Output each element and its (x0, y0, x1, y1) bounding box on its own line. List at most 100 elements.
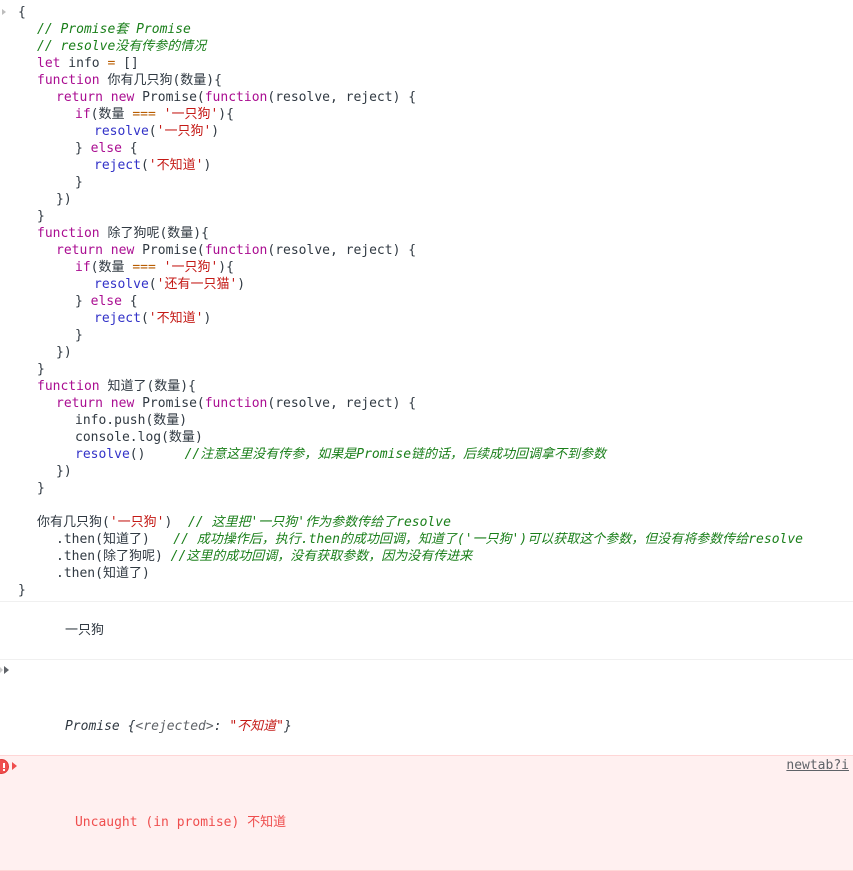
code-token-ret: return (56, 243, 103, 258)
error-circle-icon (0, 759, 9, 774)
code-token-str: '不知道' (148, 158, 204, 173)
code-line: console.log(数量) (0, 429, 853, 446)
code-line: }) (0, 344, 853, 361)
promise-object-preview: Promise {<rejected>: "不知道"} (65, 719, 292, 734)
code-token-punc: ( (148, 124, 157, 139)
code-token-ident: 除了狗呢 (102, 549, 155, 564)
console-message-list: 一只狗 Promise {<rejected>: "不知道"} Uncaught… (0, 601, 853, 871)
code-token-punc: ) (154, 549, 163, 564)
code-token-ident: 知道了 (102, 566, 142, 581)
code-token-punc: ( (196, 243, 205, 258)
code-line: function 知道了(数量){ (0, 378, 853, 395)
code-token-ident: 数量 (98, 107, 133, 122)
code-token-ident: info (60, 56, 108, 71)
code-token-punc: ){ (193, 226, 209, 241)
code-token-ident: Promise (134, 243, 197, 258)
code-token-punc: ( (267, 243, 276, 258)
code-token-ident: resolve, reject (275, 396, 393, 411)
code-line: } (0, 174, 853, 191)
code-token-cmt: // 成功操作后，执行.then的成功回调，知道了('一只狗')可以获取这个参数… (149, 532, 803, 547)
code-line: // Promise套 Promise (0, 21, 853, 38)
code-token-ident: 数量 (98, 260, 133, 275)
code-token-str: '一只狗' (155, 260, 219, 275)
code-token-kw: new (102, 243, 135, 258)
code-token-ident: Promise (134, 90, 197, 105)
code-line: 你有几只狗('一只狗') // 这里把'一只狗'作为参数传给了resolve (0, 514, 853, 531)
code-token-ident: resolve, reject (275, 243, 393, 258)
code-token-kw: function (204, 90, 268, 105)
expand-triangle-icon[interactable] (4, 666, 9, 674)
code-token-str: '不知道' (148, 311, 204, 326)
source-expand-caret-icon[interactable] (2, 9, 6, 15)
code-token-cmt: //注意这里没有传参，如果是Promise链的话，后续成功回调拿不到参数 (145, 447, 607, 462)
code-token-ident: 数量 (154, 379, 181, 394)
code-line: } else { (0, 140, 853, 157)
code-token-kw: function (37, 226, 100, 241)
console-object-message[interactable]: Promise {<rejected>: "不知道"} (0, 659, 853, 755)
code-token-punc: ( (148, 277, 157, 292)
code-line: } (0, 327, 853, 344)
error-expand-triangle-icon[interactable] (12, 762, 17, 770)
code-token-kw2: if (75, 107, 91, 122)
code-token-punc: ) (194, 430, 203, 445)
error-source-link[interactable]: newtab?i (786, 756, 849, 775)
error-reason-text: 不知道 (247, 815, 287, 830)
code-token-kw: function (204, 396, 268, 411)
code-token-punc: .then( (56, 532, 103, 547)
code-line: }) (0, 191, 853, 208)
code-token-punc: } (75, 294, 91, 309)
code-token-cmt: //这里的成功回调，没有获取参数，因为没有传进来 (162, 549, 473, 564)
code-line: .then(除了狗呢) //这里的成功回调，没有获取参数，因为没有传进来 (0, 548, 853, 565)
code-token-blue: resolve (94, 124, 149, 139)
code-line: if(数量 === '一只狗'){ (0, 106, 853, 123)
code-token-blue: resolve (94, 277, 149, 292)
code-token-punc: ( (196, 396, 205, 411)
devtools-console-panel[interactable]: {// Promise套 Promise// resolve没有传参的情况 let… (0, 0, 853, 871)
code-token-punc: } (75, 175, 83, 190)
code-token-punc: .then( (56, 566, 103, 581)
code-token-punc: ) (237, 277, 246, 292)
console-echoed-source: {// Promise套 Promise// resolve没有传参的情况 let… (0, 0, 853, 599)
object-open-brace: { (119, 719, 136, 734)
code-token-blue: reject (94, 311, 141, 326)
code-line: // resolve没有传参的情况 (0, 38, 853, 55)
code-token-blue: resolve (75, 447, 130, 462)
code-token-kw: else (90, 294, 122, 309)
gutter-caret-icon (0, 667, 3, 673)
code-token-ident: Promise (134, 396, 197, 411)
code-token-punc: } (37, 481, 45, 496)
code-token-fn: 知道了 (99, 379, 147, 394)
code-token-punc: ) { (392, 90, 417, 105)
code-line: info.push(数量) (0, 412, 853, 429)
code-token-punc: ( (161, 430, 169, 445)
code-token-ident: 数量 (168, 430, 195, 445)
code-line: function 你有几只狗(数量){ (0, 72, 853, 89)
code-token-punc: } (37, 209, 45, 224)
code-token-ident: 数量 (153, 413, 180, 428)
console-log-message[interactable]: 一只狗 (0, 601, 853, 659)
code-line: { (0, 4, 853, 21)
code-line: resolve() //注意这里没有传参，如果是Promise链的话，后续成功回… (0, 446, 853, 463)
code-token-punc: ) (141, 566, 150, 581)
code-token-punc: () (129, 447, 146, 462)
source-code-lines: {// Promise套 Promise// resolve没有传参的情况 let… (0, 4, 853, 599)
code-token-punc: } (37, 362, 45, 377)
code-token-ident: 知道了 (102, 532, 142, 547)
code-token-punc: } (18, 583, 26, 598)
code-line: return new Promise(function(resolve, rej… (0, 89, 853, 106)
promise-rejection-value: "不知道" (229, 719, 285, 734)
code-token-punc: } (75, 328, 83, 343)
code-token-punc: ( (140, 311, 149, 326)
code-line: resolve('还有一只猫') (0, 276, 853, 293)
code-token-ident: 数量 (167, 226, 194, 241)
code-line: } (0, 480, 853, 497)
console-error-message[interactable]: Uncaught (in promise) 不知道 newtab?i (0, 755, 853, 871)
code-line: } else { (0, 293, 853, 310)
code-token-punc: } (75, 141, 91, 156)
code-token-punc: ( (267, 396, 276, 411)
code-token-cmt: // 这里把'一只狗'作为参数传给了resolve (172, 515, 451, 530)
code-line: reject('不知道') (0, 310, 853, 327)
code-token-punc: ) (203, 311, 212, 326)
code-token-punc: ) { (392, 243, 417, 258)
